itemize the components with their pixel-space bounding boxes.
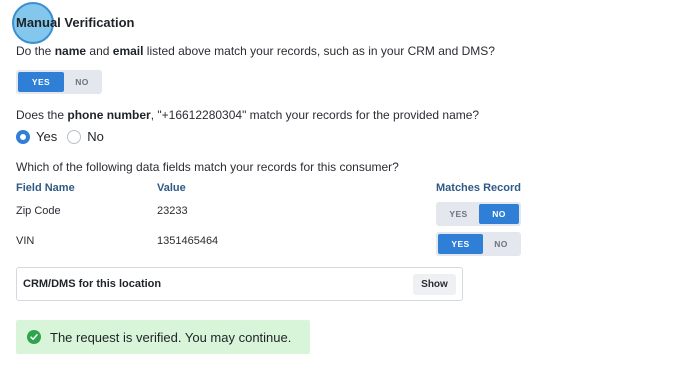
phone-radio-group: Yes No xyxy=(16,129,114,144)
vin-yes-button[interactable]: YES xyxy=(438,234,483,254)
name-email-question: Do the name and email listed above match… xyxy=(16,43,495,59)
zip-yes-button[interactable]: YES xyxy=(438,204,479,224)
name-email-toggle: YES NO xyxy=(16,70,102,94)
manual-verification-page: Manual Verification Do the name and emai… xyxy=(0,0,688,384)
zip-no-button[interactable]: NO xyxy=(479,204,519,224)
q2-phone-word: phone number xyxy=(67,108,151,122)
q1-name-word: name xyxy=(54,44,87,58)
phone-yes-radio[interactable] xyxy=(16,129,30,144)
data-fields-question: Which of the following data fields match… xyxy=(16,160,399,174)
matches-record-header: Matches Record xyxy=(436,182,521,194)
verified-alert-text: The request is verified. You may continu… xyxy=(50,329,292,345)
phone-no-radio[interactable] xyxy=(67,129,82,144)
check-circle-icon xyxy=(27,330,41,344)
zip-value: 23233 xyxy=(157,205,188,217)
vin-value: 1351465464 xyxy=(157,235,219,247)
phone-question: Does the phone number, "+16612280304" ma… xyxy=(16,107,479,123)
q1-prefix: Do the xyxy=(16,44,55,58)
zip-field-name: Zip Code xyxy=(16,205,61,217)
q1-suffix: listed above match your records, such as… xyxy=(143,44,495,58)
zip-match-toggle: YES NO xyxy=(436,202,521,226)
section-title: Manual Verification xyxy=(16,15,135,31)
crm-dms-label: CRM/DMS for this location xyxy=(23,278,162,290)
phone-no-label[interactable]: No xyxy=(87,129,104,144)
vin-field-name: VIN xyxy=(16,235,35,247)
crm-show-button[interactable]: Show xyxy=(413,274,456,295)
field-name-header: Field Name xyxy=(16,182,75,194)
vin-match-toggle: YES NO xyxy=(436,232,521,256)
name-email-no-button[interactable]: NO xyxy=(64,72,100,92)
phone-yes-label[interactable]: Yes xyxy=(36,129,57,144)
q2-prefix: Does the xyxy=(16,108,68,122)
q2-suffix: , "+16612280304" match your records for … xyxy=(150,108,480,122)
value-header: Value xyxy=(157,182,186,194)
section-title-part-1: Manual xyxy=(16,15,61,30)
q1-mid: and xyxy=(86,44,113,58)
vin-no-button[interactable]: NO xyxy=(483,234,519,254)
section-title-part-2: Verification xyxy=(60,15,135,30)
name-email-yes-button[interactable]: YES xyxy=(18,72,64,92)
q1-email-word: email xyxy=(112,44,144,58)
crm-dms-panel: CRM/DMS for this location Show xyxy=(16,267,463,301)
verified-alert: The request is verified. You may continu… xyxy=(16,320,310,354)
